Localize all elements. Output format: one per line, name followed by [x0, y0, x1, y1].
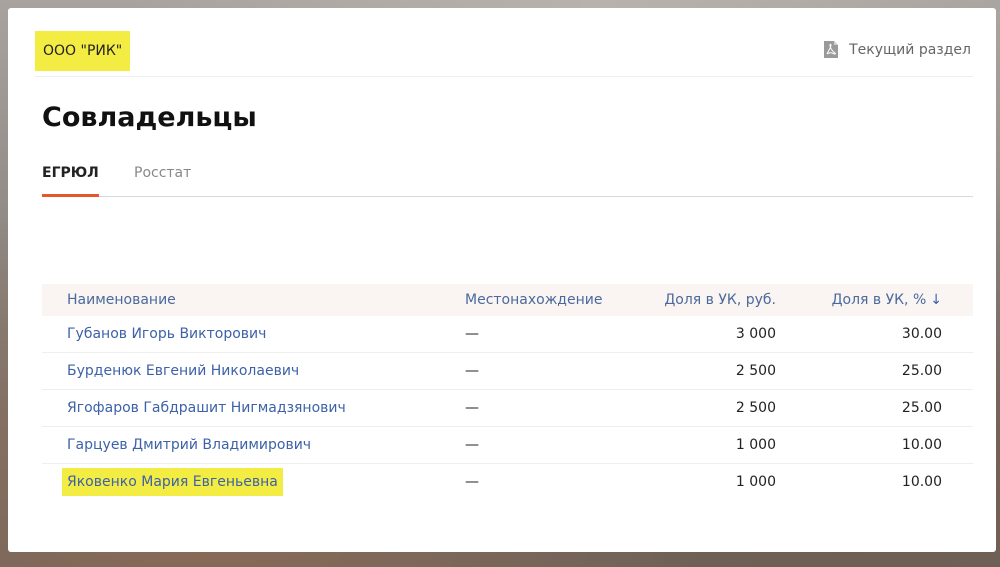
owner-share-pct: 25.00: [901, 400, 942, 416]
column-header-share-rub[interactable]: Доля в УК, руб.: [664, 292, 776, 308]
owner-share-rub: 2 500: [735, 400, 776, 416]
coowners-table: Наименование Местонахождение Доля в УК, …: [42, 284, 973, 500]
tabs-bar: ЕГРЮЛ Росстат: [42, 158, 973, 197]
owner-share-rub: 2 500: [735, 363, 776, 379]
column-header-location[interactable]: Местонахождение: [465, 292, 602, 308]
column-header-name[interactable]: Наименование: [67, 292, 176, 308]
owner-name-link[interactable]: Ягофаров Габдрашит Нигмадзянович: [67, 400, 346, 416]
owner-location: —: [465, 326, 479, 342]
owner-name-link[interactable]: Бурденюк Евгений Николаевич: [67, 363, 299, 379]
owner-share-pct: 10.00: [901, 437, 942, 453]
owner-name-link[interactable]: Гарцуев Дмитрий Владимирович: [67, 437, 311, 453]
owner-share-pct: 30.00: [901, 326, 942, 342]
owner-location: —: [465, 400, 479, 416]
table-row: Губанов Игорь Викторович — 3 000 30.00: [42, 316, 973, 353]
sort-down-icon: ↓: [930, 292, 942, 308]
table-row: Гарцуев Дмитрий Владимирович — 1 000 10.…: [42, 427, 973, 464]
owner-share-rub: 1 000: [735, 437, 776, 453]
current-section-label: Текущий раздел: [849, 41, 971, 58]
tab-egrul[interactable]: ЕГРЮЛ: [42, 165, 99, 197]
owner-name-link-highlighted[interactable]: Яковенко Мария Евгеньевна: [62, 468, 283, 496]
owner-location: —: [465, 363, 479, 379]
table-header-row: Наименование Местонахождение Доля в УК, …: [42, 284, 973, 316]
table-row: Ягофаров Габдрашит Нигмадзянович — 2 500…: [42, 390, 973, 427]
column-header-share-pct[interactable]: Доля в УК, % ↓: [832, 292, 942, 308]
owner-share-pct: 10.00: [901, 474, 942, 490]
current-section-link[interactable]: Текущий раздел: [823, 40, 971, 59]
header-divider: [35, 76, 973, 77]
owner-location: —: [465, 474, 479, 490]
owner-share-rub: 1 000: [735, 474, 776, 490]
table-row: Бурденюк Евгений Николаевич — 2 500 25.0…: [42, 353, 973, 390]
owner-share-pct: 25.00: [901, 363, 942, 379]
page-title: Совладельцы: [42, 102, 257, 133]
table-row: Яковенко Мария Евгеньевна — 1 000 10.00: [42, 464, 973, 500]
pdf-icon: [823, 40, 839, 59]
company-name-badge[interactable]: ООО "РИК": [35, 31, 131, 71]
owner-location: —: [465, 437, 479, 453]
share-pct-label: Доля в УК, %: [831, 292, 927, 308]
content-card: ООО "РИК" Текущий раздел Совладельцы ЕГР…: [8, 8, 996, 552]
owner-share-rub: 3 000: [735, 326, 776, 342]
tab-rosstat[interactable]: Росстат: [134, 165, 191, 181]
owner-name-link[interactable]: Губанов Игорь Викторович: [67, 326, 266, 342]
